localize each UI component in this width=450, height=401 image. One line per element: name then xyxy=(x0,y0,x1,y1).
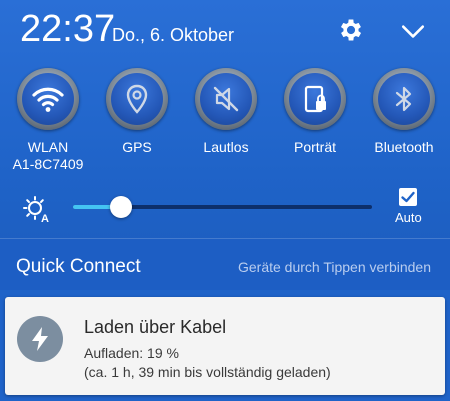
location-pin-icon xyxy=(126,84,148,114)
toggle-lautlos[interactable]: Lautlos xyxy=(186,68,266,156)
checkmark-icon xyxy=(401,191,415,203)
quick-connect-bar[interactable]: Quick Connect Geräte durch Tippen verbin… xyxy=(0,239,450,290)
gear-icon[interactable] xyxy=(337,16,365,44)
auto-brightness-checkbox[interactable] xyxy=(399,188,417,206)
portrait-lock-icon xyxy=(304,85,326,113)
bluetooth-icon xyxy=(395,86,412,112)
auto-brightness-label: Auto xyxy=(395,210,422,225)
svg-text:A: A xyxy=(41,213,49,224)
wifi-icon xyxy=(32,87,64,112)
mute-icon xyxy=(213,86,239,112)
toggle-label: Lautlos xyxy=(203,139,249,155)
charging-notification[interactable]: Laden über Kabel Aufladen: 19 % (ca. 1 h… xyxy=(5,297,445,395)
quick-toggles: WLAN A1-8C7409 GPS Lautlos Porträt Bluet… xyxy=(0,68,450,178)
date-label: Do., 6. Oktober xyxy=(112,25,235,45)
wlan-network-name: A1-8C7409 xyxy=(12,156,84,172)
toggle-label: Bluetooth xyxy=(374,139,434,155)
toggle-wlan[interactable]: WLAN A1-8C7409 xyxy=(8,68,88,173)
toggle-label: GPS xyxy=(122,139,152,155)
lightning-bolt-icon xyxy=(32,327,48,351)
charging-time-remaining: (ca. 1 h, 39 min bis vollständig geladen… xyxy=(84,364,331,380)
brightness-auto-icon: A xyxy=(23,196,49,224)
brightness-row: A Auto xyxy=(0,186,450,228)
chevron-down-icon[interactable] xyxy=(400,18,426,44)
toggle-gps[interactable]: GPS xyxy=(97,68,177,156)
status-row: 22:37 Do., 6. Oktober xyxy=(0,0,450,64)
charging-percent: Aufladen: 19 % xyxy=(84,345,179,361)
notification-icon xyxy=(17,316,63,362)
quick-connect-title: Quick Connect xyxy=(16,256,141,277)
toggle-bluetooth[interactable]: Bluetooth xyxy=(364,68,444,156)
clock: 22:37 xyxy=(20,8,116,50)
toggle-label: Porträt xyxy=(293,139,336,155)
quick-connect-hint: Geräte durch Tippen verbinden xyxy=(237,259,431,275)
toggle-portrait[interactable]: Porträt xyxy=(275,68,355,156)
quick-settings-panel: 22:37 Do., 6. Oktober WLAN A1-8C7409 GPS… xyxy=(0,0,450,290)
brightness-slider-thumb[interactable] xyxy=(109,196,132,218)
notification-title: Laden über Kabel xyxy=(84,317,227,337)
toggle-label: WLAN xyxy=(27,139,69,155)
